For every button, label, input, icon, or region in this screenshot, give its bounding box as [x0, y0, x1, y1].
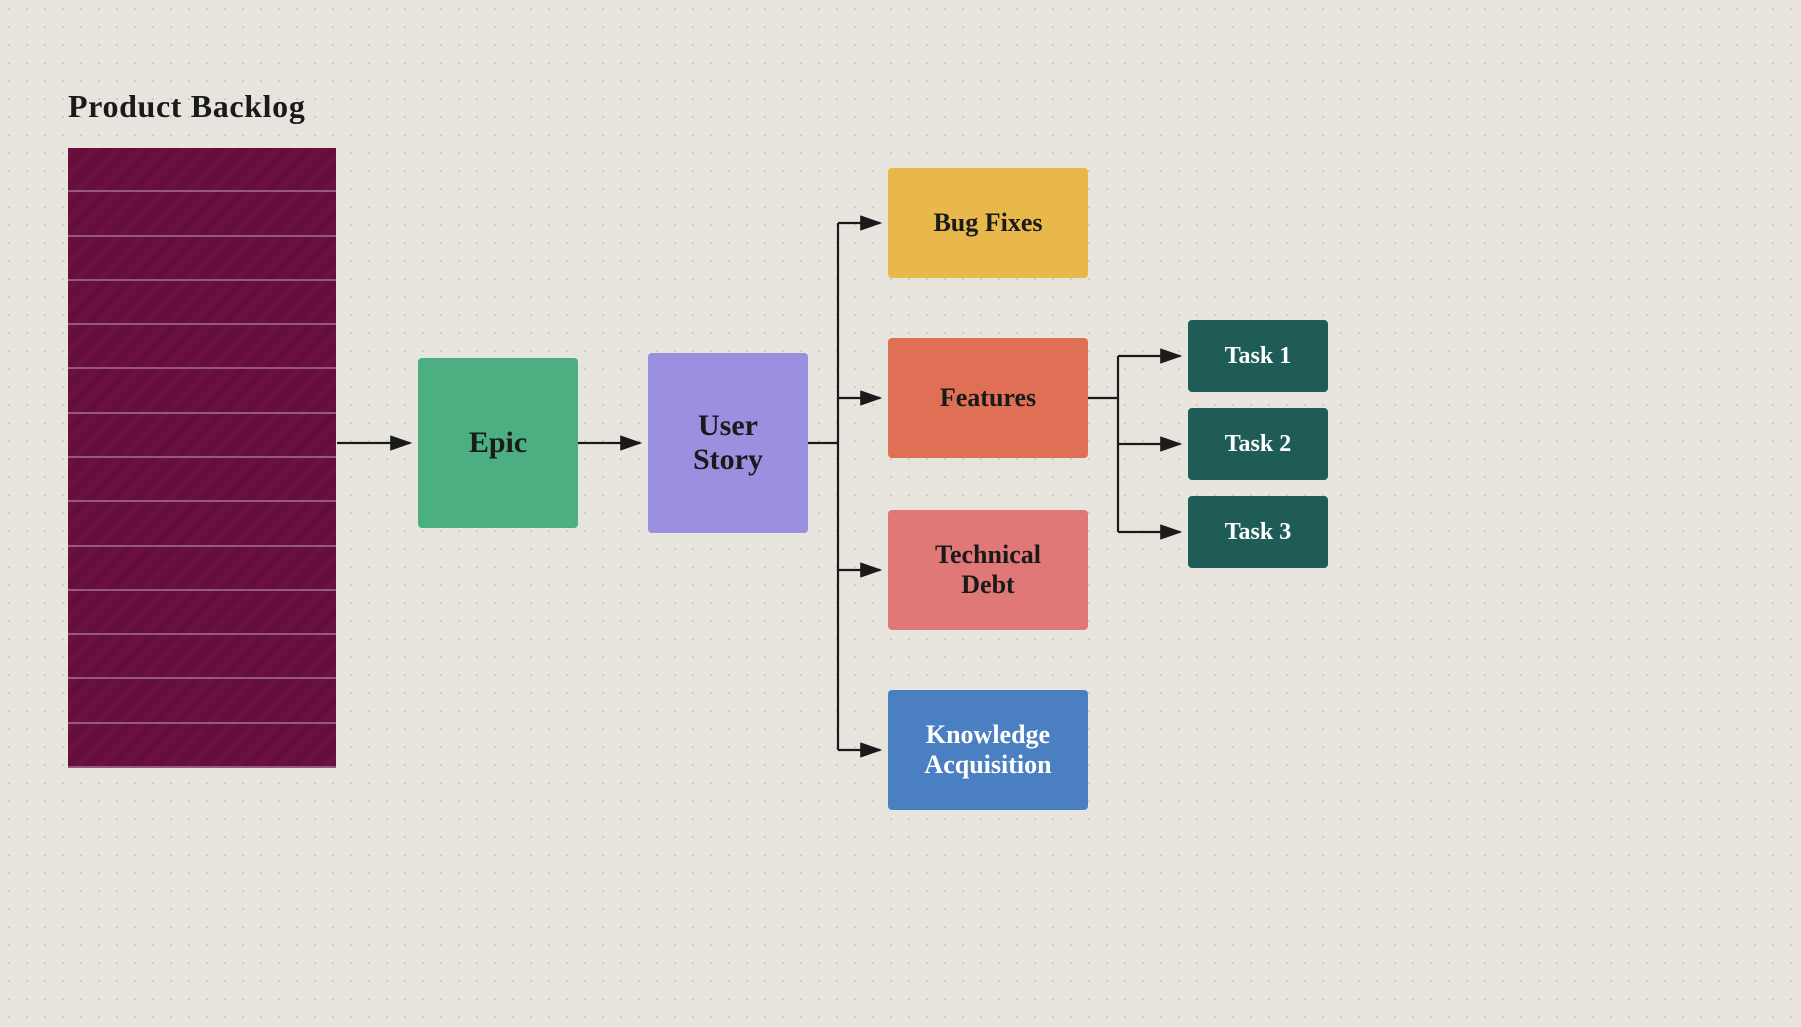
backlog-row [68, 237, 336, 281]
user-story-box: UserStory [648, 353, 808, 533]
features-box: Features [888, 338, 1088, 458]
backlog-row [68, 679, 336, 723]
backlog-row [68, 458, 336, 502]
backlog-row [68, 591, 336, 635]
bug-fixes-box: Bug Fixes [888, 168, 1088, 278]
task-1-box: Task 1 [1188, 320, 1328, 392]
product-backlog-title: Product Backlog [68, 88, 305, 125]
backlog-row [68, 502, 336, 546]
epic-box: Epic [418, 358, 578, 528]
backlog-row [68, 192, 336, 236]
technical-debt-box: TechnicalDebt [888, 510, 1088, 630]
backlog-row [68, 369, 336, 413]
backlog-stack [68, 148, 336, 768]
backlog-row [68, 635, 336, 679]
backlog-row [68, 281, 336, 325]
backlog-row [68, 325, 336, 369]
knowledge-acquisition-box: KnowledgeAcquisition [888, 690, 1088, 810]
backlog-row [68, 148, 336, 192]
task-3-box: Task 3 [1188, 496, 1328, 568]
task-2-box: Task 2 [1188, 408, 1328, 480]
backlog-row [68, 724, 336, 768]
backlog-row [68, 547, 336, 591]
backlog-row [68, 414, 336, 458]
